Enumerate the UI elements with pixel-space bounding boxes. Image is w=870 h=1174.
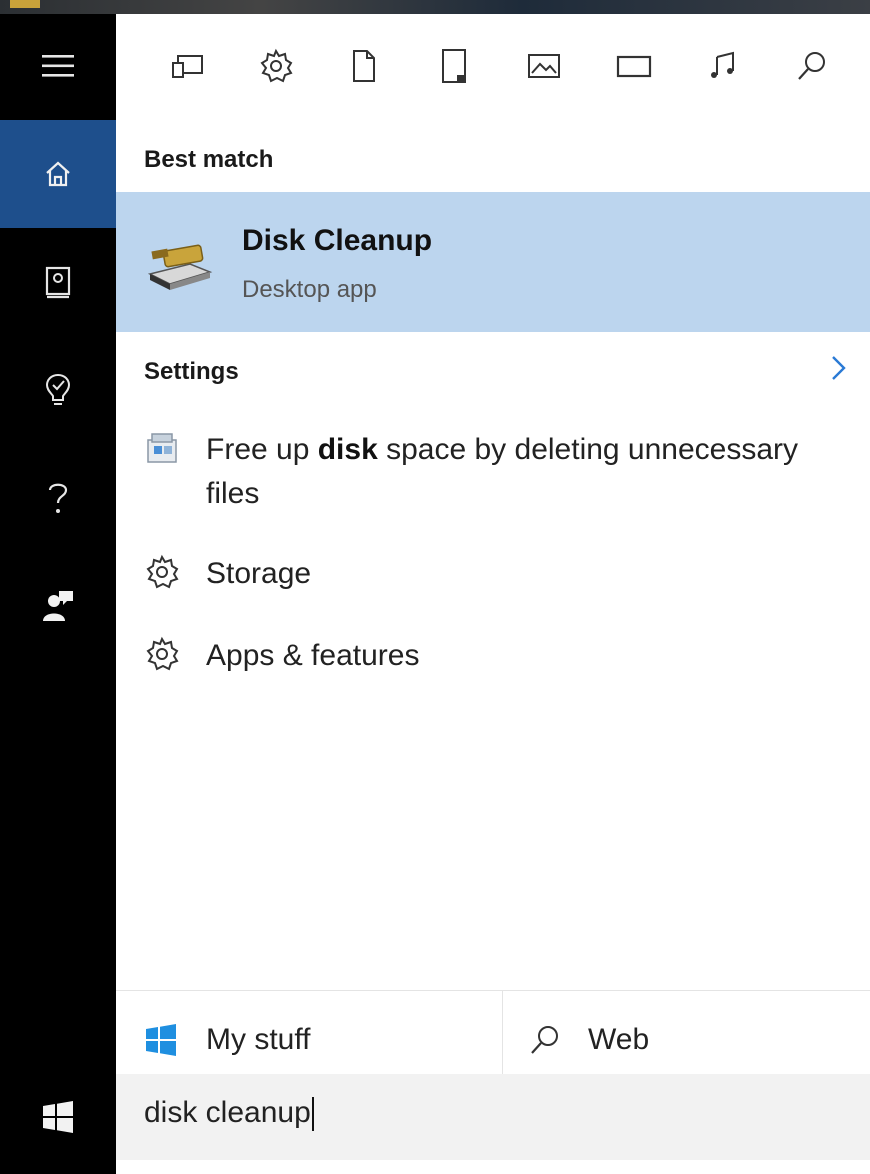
help-button[interactable] (0, 444, 116, 552)
music-icon (711, 51, 734, 78)
filter-apps[interactable] (168, 46, 208, 86)
menu-button[interactable] (0, 14, 116, 118)
home-button[interactable] (0, 120, 116, 228)
best-match-subtitle: Desktop app (242, 276, 377, 303)
lightbulb-icon (45, 373, 71, 405)
filter-documents[interactable] (344, 46, 384, 86)
filter-web-search[interactable] (792, 46, 832, 86)
filter-videos[interactable] (614, 46, 654, 86)
disk-cleanup-app-icon (147, 244, 213, 290)
gear-icon (146, 554, 179, 589)
settings-item-free-up-disk-label: Free up disk space by deleting unnecessa… (206, 433, 799, 510)
tab-web-label: Web (588, 1023, 650, 1056)
folders-icon (442, 49, 466, 83)
filter-music[interactable] (702, 46, 742, 86)
settings-item-apps-features-label: Apps & features (206, 639, 420, 672)
search-input-value: disk cleanup (144, 1096, 311, 1129)
menu-icon (42, 55, 74, 77)
help-icon (48, 483, 68, 513)
best-match-heading: Best match (144, 146, 274, 173)
filter-folders[interactable] (434, 46, 474, 86)
settings-item-apps-features[interactable]: Apps & features (116, 634, 870, 694)
reminders-button[interactable] (0, 336, 116, 444)
gear-icon (146, 636, 179, 671)
desktop-highlight (10, 0, 40, 8)
search-results-panel: Best match Disk Cleanup Desktop app Sett… (116, 14, 870, 1174)
settings-item-free-up-disk[interactable]: Free up disk space by deleting unnecessa… (116, 428, 870, 518)
notebook-icon (45, 266, 71, 299)
settings-item-storage[interactable]: Storage (116, 552, 870, 612)
control-panel-icon (147, 433, 177, 463)
search-icon (531, 1026, 558, 1054)
photos-icon (528, 54, 560, 78)
settings-heading: Settings (144, 358, 239, 385)
settings-icon (260, 48, 293, 83)
start-menu-rail (0, 14, 116, 1174)
feedback-icon (43, 591, 73, 621)
documents-icon (353, 50, 375, 82)
home-icon (46, 161, 70, 187)
videos-icon (616, 55, 652, 78)
filter-photos[interactable] (524, 46, 564, 86)
filter-settings[interactable] (256, 46, 296, 86)
settings-item-storage-label: Storage (206, 557, 312, 590)
search-filter-bar (116, 14, 870, 118)
apps-icon (172, 55, 203, 78)
best-match-item[interactable]: Disk Cleanup Desktop app (116, 192, 870, 332)
tab-my-stuff-label: My stuff (206, 1023, 311, 1056)
notebook-button[interactable] (0, 228, 116, 336)
desktop-background-strip (0, 0, 870, 14)
start-button[interactable] (0, 1074, 116, 1160)
search-input[interactable]: disk cleanup (144, 1096, 314, 1132)
text-caret (311, 1097, 314, 1132)
best-match-title: Disk Cleanup (242, 224, 433, 257)
search-icon (798, 52, 825, 80)
feedback-button[interactable] (0, 552, 116, 660)
chevron-right-icon[interactable] (828, 354, 848, 382)
search-box[interactable]: disk cleanup (116, 1074, 870, 1160)
windows-logo-icon (43, 1101, 73, 1133)
windows-logo-icon (146, 1024, 176, 1056)
